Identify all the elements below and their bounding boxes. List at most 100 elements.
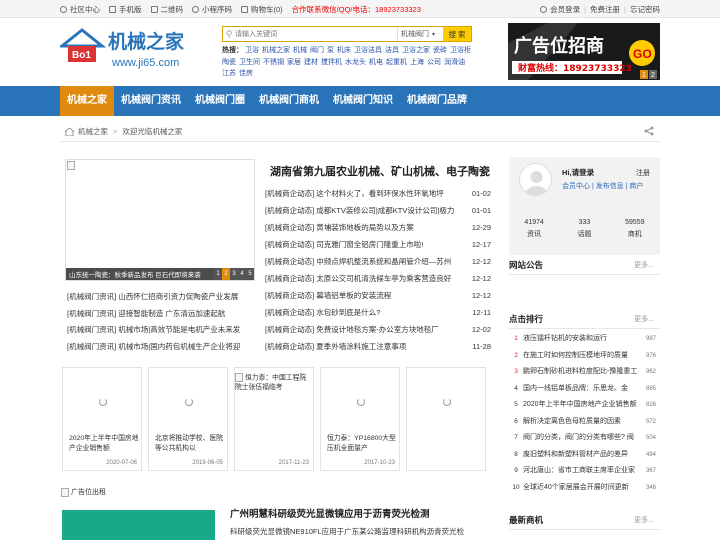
slider-dot[interactable]: 4	[238, 268, 246, 280]
left-news-item[interactable]: [机械阀门资讯] 迎接智能制造 广东清远加速起航	[67, 306, 257, 323]
left-news-item[interactable]: [机械阀门资讯] 机械市场|高效节能是电机产业未来发	[67, 322, 257, 339]
miniprogram-link[interactable]: 小程序码	[192, 4, 232, 15]
ranking-item[interactable]: 5 2020年上半年中国房地产企业销售额 826	[509, 397, 660, 414]
ranking-item[interactable]: 1 液压镭杆钻机的安装和运行 987	[509, 331, 660, 348]
news-card[interactable]	[406, 367, 486, 471]
news-item[interactable]: [机械商企动态] 司克雅门窗全铝房门隆重上市啦! 12-17	[265, 236, 491, 253]
news-title[interactable]: [机械商企动态] 司克雅门窗全铝房门隆重上市啦!	[265, 236, 467, 253]
hot-word[interactable]: 搅拌机	[321, 59, 342, 66]
rank-title[interactable]: 全球近40个家居展会开展时间更新	[523, 480, 640, 497]
hot-word[interactable]: 卫浴柜	[450, 47, 471, 54]
news-item[interactable]: [机械商企动态] 黄埔装饰地板的局势以及方案 12-29	[265, 219, 491, 236]
qrcode-link[interactable]: 二维码	[150, 4, 183, 15]
card-title[interactable]: 北京将推动学校、医院等公共机构以	[155, 434, 225, 454]
rank-title[interactable]: 在施工时如何控制压模地坪的质量	[523, 348, 640, 365]
nav-item[interactable]: 机械阀门知识	[326, 86, 400, 116]
image-slider[interactable]: 山东统一陶瓷：秋季新品发布 巨石代即将来袭 12345	[65, 159, 255, 281]
article-thumbnail[interactable]	[62, 510, 215, 540]
mobile-link[interactable]: 手机版	[109, 4, 142, 15]
news-title[interactable]: [机械商企动态] 幕墙铝单板的安装流程	[265, 287, 467, 304]
news-title[interactable]: [机械商企动态] 这个材料火了，看到环保水性环氧地坪	[265, 185, 467, 202]
hot-word[interactable]: 泵	[327, 47, 334, 54]
ranking-more-link[interactable]: 更多...	[634, 314, 654, 324]
stat-item[interactable]: 41974 资讯	[509, 217, 559, 241]
news-title[interactable]: [机械商企动态] 夏季外墙涂料施工注意事项	[265, 338, 467, 355]
search-category-select[interactable]: 机械阀门 ▾	[397, 27, 443, 41]
share-icon[interactable]	[644, 126, 654, 136]
news-title[interactable]: [机械商企动态] 中频点焊机整流系统和晶闸管介绍—苏州	[265, 253, 467, 270]
ranking-item[interactable]: 6 解析决定离色色母粒质量的因素 572	[509, 414, 660, 431]
rank-title[interactable]: 液压镭杆钻机的安装和运行	[523, 331, 640, 348]
nav-item[interactable]: 机械阀门品牌	[400, 86, 474, 116]
hot-word[interactable]: 卫浴洁具	[354, 47, 382, 54]
news-title[interactable]: [机械商企动态] 免费设计地毯方案-办公室方块地毯厂	[265, 321, 467, 338]
hot-word[interactable]: 起重机	[386, 59, 407, 66]
ranking-item[interactable]: 9 河北唐山：省市工商联主席率企业家 367	[509, 463, 660, 480]
site-logo[interactable]: Bo1 机械之家 www.ji65.com	[57, 24, 215, 76]
nav-item[interactable]: 机械阀门圈	[188, 86, 252, 116]
hot-word[interactable]: 卫浴	[245, 47, 259, 54]
ranking-item[interactable]: 3 鹏卵石制砂机进料粒度配比-豫隆重工 962	[509, 364, 660, 381]
news-title[interactable]: [机械商企动态] 黄埔装饰地板的局势以及方案	[265, 219, 467, 236]
news-item[interactable]: [机械商企动态] 这个材料火了，看到环保水性环氧地坪 01-02	[265, 185, 491, 202]
hot-word[interactable]: 洁具	[385, 47, 399, 54]
slider-dot[interactable]: 2	[222, 268, 230, 280]
search-button[interactable]: 搜 索	[443, 27, 471, 41]
hot-word[interactable]: 不锈钢	[263, 59, 284, 66]
notice-more-link[interactable]: 更多...	[634, 260, 654, 270]
hot-word[interactable]: 机床	[337, 47, 351, 54]
hot-word[interactable]: 建材	[304, 59, 318, 66]
news-item[interactable]: [机械商企动态] 中频点焊机整流系统和晶闸管介绍—苏州 12-12	[265, 253, 491, 270]
hot-word[interactable]: 家居	[287, 59, 301, 66]
hot-word[interactable]: 润滑油	[444, 59, 465, 66]
hot-word[interactable]: 水龙头	[345, 59, 366, 66]
cart-link[interactable]: 购物车(0)	[241, 4, 283, 15]
left-news-item[interactable]: [机械阀门资讯] 机械市场|国内药包机械生产企业将迎	[67, 339, 257, 356]
news-item[interactable]: [机械商企动态] 夏季外墙涂料施工注意事项 11-28	[265, 338, 491, 355]
ranking-item[interactable]: 2 在施工时如何控制压模地坪的质量 976	[509, 348, 660, 365]
header-ad-banner[interactable]: 广告位招商 GO 财富热线：18923733323 1 2	[508, 23, 660, 80]
hot-word[interactable]: 佳房	[239, 70, 253, 77]
member-links[interactable]: 会员中心 | 发布信息 | 商户	[562, 181, 643, 191]
ad-placeholder[interactable]: 广告位出租	[61, 487, 106, 497]
slider-dot[interactable]: 1	[214, 268, 222, 280]
news-card[interactable]: 北京将推动学校、医院等公共机构以 2019-06-05	[148, 367, 228, 471]
nav-item[interactable]: 机械阀门资讯	[114, 86, 188, 116]
nav-item[interactable]: 机械之家	[60, 86, 114, 116]
news-card[interactable]: 恒力泰：中国工程院院士张伍福临考 2017-11-23	[234, 367, 314, 471]
stat-item[interactable]: 333 话题	[559, 217, 609, 241]
card-title[interactable]: 2020年上半年中国房地产企业销售额	[69, 434, 139, 454]
hot-word[interactable]: 上海	[410, 59, 424, 66]
news-card[interactable]: 2020年上半年中国房地产企业销售额 2020-07-06	[62, 367, 142, 471]
forgot-password-link[interactable]: 忘记密码	[630, 4, 660, 15]
hot-word[interactable]: 机械之家	[262, 47, 290, 54]
news-item[interactable]: [机械商企动态] 成都KTV装修公司|成都KTV设计公司|极力 01-01	[265, 202, 491, 219]
rank-title[interactable]: 废旧塑料和新塑料管材产品的差异	[523, 447, 640, 464]
ranking-item[interactable]: 10 全球近40个家居展会开展时间更新 346	[509, 480, 660, 497]
community-link[interactable]: 社区中心	[60, 4, 100, 15]
rank-title[interactable]: 2020年上半年中国房地产企业销售额	[523, 397, 640, 414]
card-title[interactable]: 恒力泰：YP16800大型压机全面量产	[327, 434, 397, 454]
rank-title[interactable]: 解析决定离色色母粒质量的因素	[523, 414, 640, 431]
hot-word[interactable]: 机械	[293, 47, 307, 54]
hot-word[interactable]: 卫浴之家	[402, 47, 430, 54]
login-link[interactable]: 会员登录	[550, 4, 580, 15]
hot-word[interactable]: 机电	[369, 59, 383, 66]
news-item[interactable]: [机械商企动态] 水包砂到底是什么? 12-11	[265, 304, 491, 321]
article-title[interactable]: 广州明慧科研级荧光显微镜应用于沥青荧光检测	[230, 506, 495, 520]
rank-title[interactable]: 阀门的分类，阀门的分类有哪些? 阀	[523, 430, 640, 447]
slider-dot[interactable]: 5	[246, 268, 254, 280]
news-title[interactable]: [机械商企动态] 水包砂到底是什么?	[265, 304, 467, 321]
hot-word[interactable]: 公司	[427, 59, 441, 66]
register-link[interactable]: 免费注册	[590, 4, 620, 15]
hot-word[interactable]: 阀门	[310, 47, 324, 54]
sidebar-register-link[interactable]: 注册	[636, 168, 650, 178]
left-news-item[interactable]: [机械阀门资讯] 山西怀仁招商引资力促陶瓷产业发展	[67, 289, 257, 306]
latest-more-link[interactable]: 更多...	[634, 515, 654, 525]
hot-word[interactable]: 瓷砖	[433, 47, 447, 54]
hot-word[interactable]: 卫生间	[239, 59, 260, 66]
hot-word[interactable]: 陶瓷	[222, 59, 236, 66]
login-greeting[interactable]: Hi,请登录	[562, 167, 594, 178]
news-item[interactable]: [机械商企动态] 幕墙铝单板的安装流程 12-12	[265, 287, 491, 304]
news-title[interactable]: [机械商企动态] 太原公交司机清洗候车亭为乘客营造良好	[265, 270, 467, 287]
